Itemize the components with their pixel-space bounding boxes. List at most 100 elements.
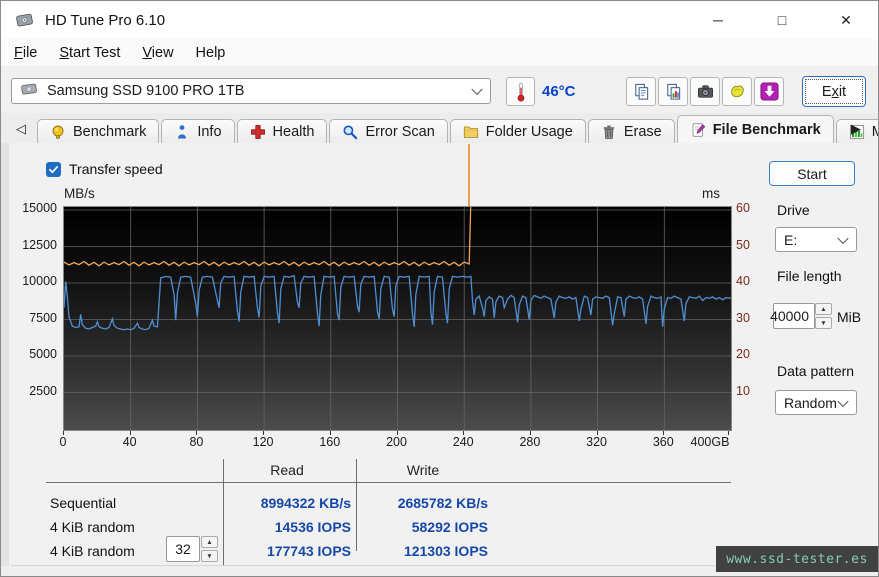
copy-text-button[interactable]	[626, 77, 656, 106]
tab-scroll-left[interactable]: ◁	[11, 119, 31, 139]
drive-selector-value: Samsung SSD 9100 PRO 1TB	[47, 83, 244, 99]
tab-label: Error Scan	[365, 124, 434, 140]
tab-bar: ◁ Benchmark Info Health Error Scan Folder Us…	[1, 113, 878, 143]
exit-button[interactable]: Exit	[802, 76, 866, 107]
maximize-button[interactable]: □	[750, 1, 814, 39]
drive-combo[interactable]: E:	[775, 227, 857, 252]
table-header-divider	[46, 482, 731, 483]
x-axis-tick: 280	[502, 435, 558, 449]
x-axis-tick: 240	[435, 435, 491, 449]
thermometer-icon	[514, 81, 528, 103]
yellow-hand-icon	[728, 82, 747, 101]
chevron-down-icon	[471, 84, 482, 95]
file-benchmark-icon	[690, 122, 706, 138]
x-axis-tick: 0	[35, 435, 91, 449]
tab-info[interactable]: Info	[161, 119, 234, 143]
file-benchmark-page: Transfer speed MB/s ms Start Drive E: Fi…	[1, 143, 879, 566]
x-axis-tickmark	[397, 431, 398, 435]
save-button[interactable]	[722, 77, 752, 106]
left-axis-tick: 2500	[15, 384, 57, 398]
menu-bar: FileStart TestViewHelp	[1, 39, 878, 66]
x-axis-tickmark	[530, 431, 531, 435]
right-axis-tick: 30	[736, 311, 776, 325]
data-pattern-combo[interactable]: Random	[775, 390, 857, 415]
right-axis-tick: 60	[736, 201, 776, 215]
left-axis-tick: 12500	[15, 238, 57, 252]
close-button[interactable]: ✕	[814, 1, 878, 39]
drive-selector[interactable]: Samsung SSD 9100 PRO 1TB	[11, 78, 491, 104]
tab-label: Benchmark	[73, 124, 146, 140]
write-column-header: Write	[358, 462, 488, 478]
spin-down-icon[interactable]: ▼	[815, 317, 832, 329]
tab-folder-usage[interactable]: Folder Usage	[450, 119, 586, 143]
tab-label: M.	[872, 124, 879, 140]
menu-file[interactable]: File	[3, 42, 48, 64]
queue-depth-input[interactable]: 32	[166, 536, 200, 562]
spin-down-icon[interactable]: ▼	[201, 550, 218, 562]
spin-up-icon[interactable]: ▲	[201, 536, 218, 548]
series-line	[64, 207, 471, 266]
tab-error-scan[interactable]: Error Scan	[329, 119, 447, 143]
queue-depth-spinner: ▲▼	[201, 536, 218, 562]
info-icon	[174, 124, 190, 140]
chevron-down-icon	[837, 395, 848, 406]
row-label: 4 KiB random	[50, 519, 135, 535]
capture-button[interactable]	[754, 77, 784, 106]
temperature-value: 46°C	[542, 83, 576, 100]
screenshot-button[interactable]	[690, 77, 720, 106]
results-table: Read Write Sequential8994322 KB/s2685782…	[46, 453, 736, 565]
error-scan-icon	[342, 124, 358, 140]
transfer-speed-checkbox[interactable]	[46, 162, 61, 177]
drive-combo-value: E:	[784, 232, 797, 248]
folder-icon	[463, 124, 479, 140]
x-axis-tick: 320	[569, 435, 625, 449]
benchmark-chart	[63, 206, 732, 431]
tab-file-benchmark[interactable]: File Benchmark	[677, 115, 834, 143]
x-axis-tickmark	[130, 431, 131, 435]
x-axis-tickmark	[63, 431, 64, 435]
x-axis-tickmark	[463, 431, 464, 435]
tab-health[interactable]: Health	[237, 119, 328, 143]
file-length-spinner: ▲ ▼	[815, 303, 832, 329]
tab-label: Info	[197, 124, 221, 140]
tab-benchmark[interactable]: Benchmark	[37, 119, 159, 143]
tab-erase[interactable]: Erase	[588, 119, 675, 143]
start-button[interactable]: Start	[769, 161, 855, 186]
temperature-button[interactable]	[506, 77, 535, 106]
right-axis-tick: 50	[736, 238, 776, 252]
benchmark-icon	[50, 124, 66, 140]
left-axis-tick: 10000	[15, 274, 57, 288]
copy-text-icon	[632, 82, 651, 101]
x-axis-tick: 40	[102, 435, 158, 449]
write-value: 58292 IOPS	[358, 519, 488, 535]
health-icon	[250, 124, 266, 140]
hd-tune-window: HD Tune Pro 6.10 ─ □ ✕ FileStart TestVie…	[0, 0, 879, 577]
file-length-input[interactable]: 40000	[773, 303, 815, 329]
x-axis-tickmark	[728, 431, 729, 435]
tab-label: Health	[273, 124, 315, 140]
right-axis-tick: 40	[736, 274, 776, 288]
copy-image-button[interactable]	[658, 77, 688, 106]
x-axis-tickmark	[663, 431, 664, 435]
window-title: HD Tune Pro 6.10	[45, 12, 165, 29]
drive-disk-icon	[20, 82, 39, 100]
menu-start-test[interactable]: Start Test	[48, 42, 131, 64]
table-row: Sequential8994322 KB/s2685782 KB/s	[46, 495, 736, 515]
menu-help[interactable]: Help	[185, 42, 237, 64]
transfer-speed-option: Transfer speed	[46, 161, 163, 177]
chevron-down-icon	[837, 232, 848, 243]
row-label: 4 KiB random	[50, 543, 135, 559]
purple-download-icon	[760, 82, 779, 101]
spin-up-icon[interactable]: ▲	[815, 303, 832, 315]
drive-label: Drive	[777, 202, 810, 218]
transfer-speed-label: Transfer speed	[69, 161, 163, 177]
table-row: 4 KiB random32▲▼177743 IOPS121303 IOPS	[46, 543, 736, 563]
x-axis-tick: 200	[369, 435, 425, 449]
right-axis-tick: 20	[736, 347, 776, 361]
data-pattern-label: Data pattern	[777, 363, 854, 379]
menu-view[interactable]: View	[131, 42, 184, 64]
tab-scroll-right[interactable]: ▶	[846, 119, 866, 139]
tab-label: Folder Usage	[486, 124, 573, 140]
page-left-strip	[1, 143, 9, 566]
minimize-button[interactable]: ─	[686, 1, 750, 39]
